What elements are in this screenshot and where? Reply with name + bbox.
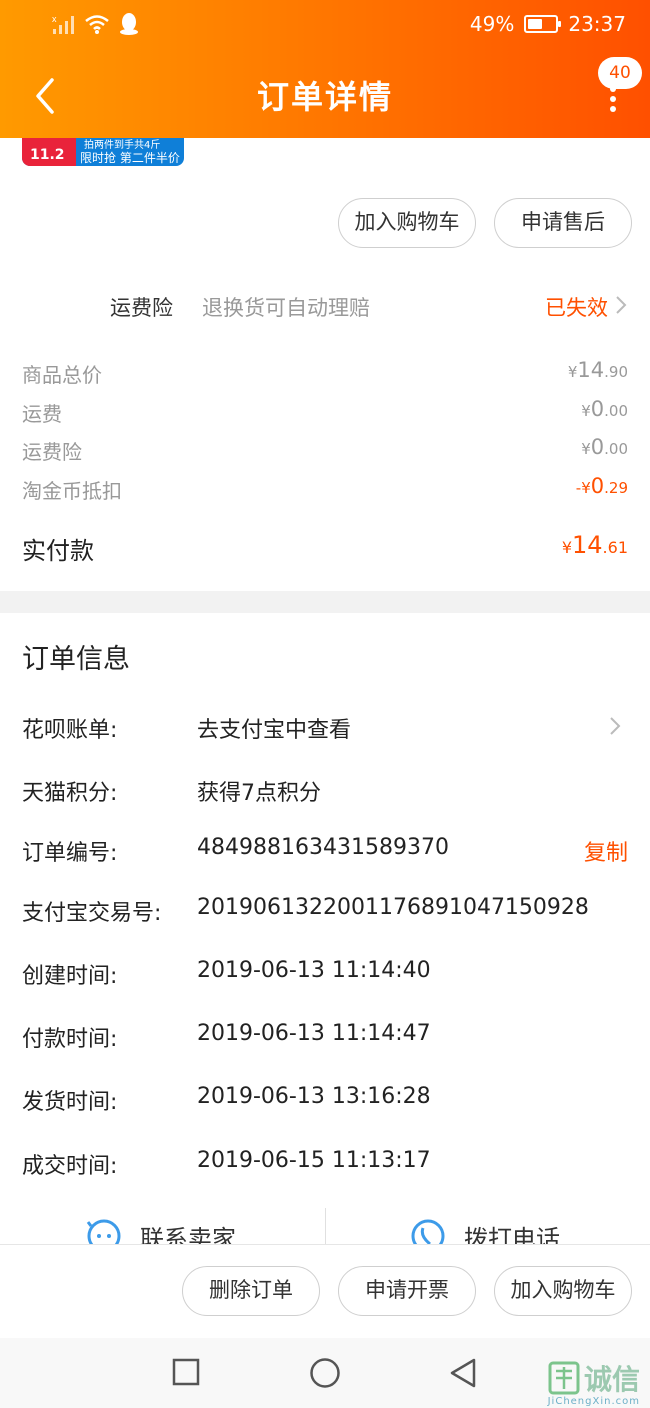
order-number-label: 订单编号: [22, 841, 118, 866]
price-row-value: ¥0.00 [581, 397, 628, 421]
price-row-value: ¥0.00 [581, 435, 628, 459]
points-value: 获得7点积分 [197, 781, 321, 806]
price-row-label: 商品总价 [22, 363, 102, 387]
alipay-trade-value: 2019061322001176891047150928 [197, 895, 589, 920]
more-icon[interactable] [604, 86, 622, 116]
recent-apps-icon[interactable] [172, 1358, 200, 1386]
price-row-label: 淘金币抵扣 [22, 479, 122, 503]
battery-percent: 49% [469, 12, 515, 36]
insurance-status: 已失效 [545, 296, 608, 320]
page-title: 订单详情 [256, 78, 393, 116]
huabei-label: 花呗账单: [22, 718, 118, 743]
points-label: 天猫积分: [22, 781, 118, 806]
insurance-row[interactable]: 运费险 退换货可自动理赔 已失效 [0, 280, 650, 330]
created-time-label: 创建时间: [22, 964, 118, 989]
call-button[interactable]: 拨打电话 [410, 1218, 560, 1244]
deal-time-label: 成交时间: [22, 1154, 118, 1179]
price-row-label: 运费 [22, 402, 62, 426]
status-left: x [52, 12, 140, 36]
section-divider [0, 591, 650, 613]
battery-icon [524, 15, 562, 33]
chevron-right-icon [616, 296, 627, 314]
deal-time-value: 2019-06-15 11:13:17 [197, 1148, 431, 1173]
contact-seller-label: 联系卖家 [140, 1224, 236, 1245]
paid-time-value: 2019-06-13 11:14:47 [197, 1021, 431, 1046]
phone-icon [411, 1219, 445, 1244]
shipped-time-value: 2019-06-13 13:16:28 [197, 1084, 431, 1109]
chevron-right-icon[interactable] [608, 715, 622, 737]
insurance-desc: 退换货可自动理赔 [202, 296, 370, 320]
status-bar: x 49% 23:37 [0, 0, 650, 52]
clock: 23:37 [568, 12, 626, 36]
order-info-title: 订单信息 [22, 644, 130, 675]
alipay-trade-label: 支付宝交易号: [22, 901, 162, 926]
watermark-text: 诚信 [583, 1363, 640, 1396]
wifi-icon [85, 15, 109, 34]
add-cart-button[interactable]: 加入购物车 [338, 198, 476, 248]
message-badge: 40 [598, 57, 642, 89]
watermark-logo: 诚信 JiChengXin.com [548, 1358, 640, 1407]
app-header: x 49% 23:37 订单详情 40 [0, 0, 650, 138]
coin-discount-value: -¥0.29 [575, 474, 628, 498]
qq-icon [120, 13, 138, 35]
after-sale-button[interactable]: 申请售后 [494, 198, 632, 248]
paid-value: ¥14.61 [561, 531, 628, 559]
watermark-sub: JiChengXin.com [547, 1396, 640, 1407]
signal-icon: x [52, 14, 74, 34]
paid-label: 实付款 [22, 537, 94, 565]
call-label: 拨打电话 [464, 1224, 560, 1245]
shipped-time-label: 发货时间: [22, 1090, 118, 1115]
copy-button[interactable]: 复制 [584, 835, 628, 867]
paid-time-label: 付款时间: [22, 1027, 118, 1052]
chat-icon [86, 1219, 121, 1244]
product-thumbnail[interactable]: 11.2 拍两件到手共4斤 限时抢 第二件半价 [22, 138, 184, 166]
price-row-value: ¥14.90 [567, 358, 628, 382]
created-time-value: 2019-06-13 11:14:40 [197, 958, 431, 983]
back-nav-icon[interactable] [449, 1357, 477, 1389]
bottom-add-cart-button[interactable]: 加入购物车 [494, 1266, 632, 1316]
delete-order-button[interactable]: 删除订单 [182, 1266, 320, 1316]
price-row-label: 运费险 [22, 440, 82, 464]
bottom-action-bar: 删除订单 申请开票 加入购物车 [0, 1244, 650, 1338]
invoice-button[interactable]: 申请开票 [338, 1266, 476, 1316]
promo-price: 11.2 [22, 138, 76, 166]
contact-seller-button[interactable]: 联系卖家 [86, 1218, 236, 1244]
promo-text: 限时抢 第二件半价 [80, 151, 180, 165]
order-number-value: 484988163431589370 [197, 835, 449, 860]
home-icon[interactable] [309, 1357, 341, 1389]
insurance-label: 运费险 [110, 296, 173, 320]
status-right: 49% 23:37 [470, 12, 626, 36]
contact-divider [325, 1208, 326, 1244]
watermark-seal-icon [548, 1361, 580, 1395]
huabei-link[interactable]: 去支付宝中查看 [197, 712, 351, 744]
svg-text:x: x [52, 14, 57, 24]
contact-bar: 联系卖家 拨打电话 [0, 1208, 650, 1244]
